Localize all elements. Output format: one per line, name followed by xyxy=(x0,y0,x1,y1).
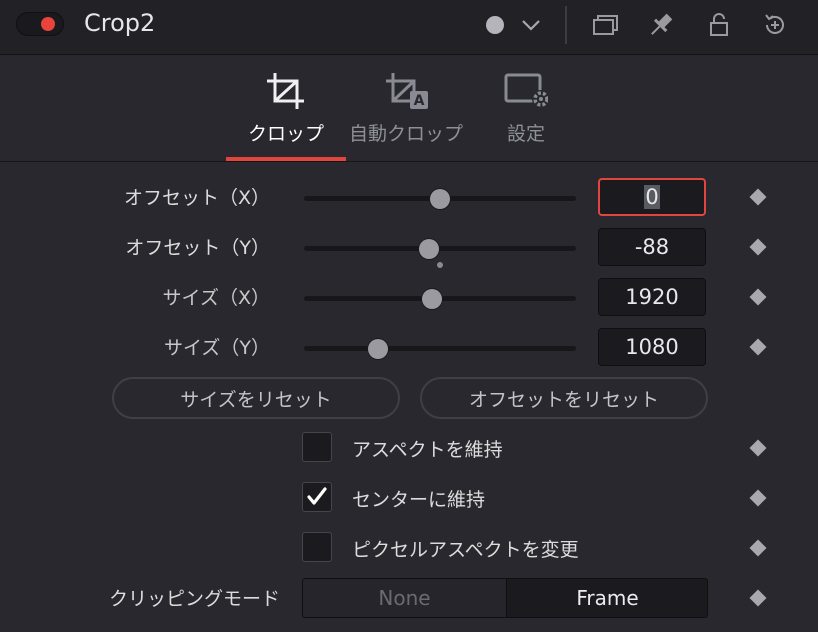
size-y-keyframe-icon[interactable] xyxy=(749,338,767,356)
offset-x-keyframe-icon[interactable] xyxy=(749,188,767,206)
tab-auto-crop[interactable]: A 自動クロップ xyxy=(346,55,466,161)
pixel-aspect-keyframe-icon[interactable] xyxy=(749,539,767,557)
size-x-keyframe-icon[interactable] xyxy=(749,288,767,306)
offset-x-label: オフセット（X） xyxy=(123,187,270,209)
size-x-label: サイズ（X） xyxy=(162,287,270,309)
reset-icon[interactable] xyxy=(760,10,790,40)
tab-auto-crop-label: 自動クロップ xyxy=(348,123,463,145)
lock-icon[interactable] xyxy=(704,10,734,40)
clipping-option-none[interactable]: None xyxy=(303,579,506,617)
offset-y-field[interactable]: -88 xyxy=(598,228,706,266)
offset-y-slider-thumb[interactable] xyxy=(419,239,439,259)
pixel-aspect-row: ピクセルアスペクトを変更 xyxy=(0,528,818,568)
offset-y-default-marker xyxy=(437,262,443,268)
active-tab-underline xyxy=(226,157,346,161)
size-x-row: サイズ（X） 1920 xyxy=(0,275,818,319)
keep-center-label: センターに維持 xyxy=(352,489,486,511)
offset-x-slider[interactable] xyxy=(304,189,576,209)
pixel-aspect-label: ピクセルアスペクトを変更 xyxy=(352,539,579,561)
duplicate-window-icon[interactable] xyxy=(590,10,620,40)
clipping-option-frame[interactable]: Frame xyxy=(507,579,707,617)
checkmark-icon xyxy=(307,487,327,505)
chevron-down-icon[interactable] xyxy=(516,10,546,40)
offset-x-row: オフセット（X） 0 xyxy=(0,175,818,219)
keep-center-checkbox[interactable] xyxy=(302,482,332,512)
crop-icon xyxy=(264,71,308,111)
size-x-slider-thumb[interactable] xyxy=(422,289,442,309)
auto-crop-icon: A xyxy=(384,71,428,111)
tab-crop[interactable]: クロップ xyxy=(226,55,346,161)
size-y-label: サイズ（Y） xyxy=(163,337,270,359)
size-x-slider[interactable] xyxy=(304,289,576,309)
offset-x-field[interactable]: 0 xyxy=(598,178,706,216)
keep-aspect-keyframe-icon[interactable] xyxy=(749,439,767,457)
settings-icon xyxy=(504,71,550,111)
keep-aspect-checkbox[interactable] xyxy=(302,432,332,462)
keep-center-keyframe-icon[interactable] xyxy=(749,489,767,507)
toggle-indicator xyxy=(41,17,55,31)
keep-aspect-row: アスペクトを維持 xyxy=(0,428,818,468)
node-title: Crop2 xyxy=(84,9,156,37)
offset-y-keyframe-icon[interactable] xyxy=(749,238,767,256)
reset-size-button[interactable]: サイズをリセット xyxy=(112,377,400,419)
keep-aspect-label: アスペクトを維持 xyxy=(352,439,503,461)
clipping-mode-selector: None Frame xyxy=(302,578,708,618)
size-y-slider-thumb[interactable] xyxy=(368,339,388,359)
offset-x-value: 0 xyxy=(644,185,660,209)
offset-y-row: オフセット（Y） -88 xyxy=(0,225,818,269)
tab-settings-label: 設定 xyxy=(506,123,545,145)
offset-y-label: オフセット（Y） xyxy=(125,237,270,259)
size-y-row: サイズ（Y） 1080 xyxy=(0,325,818,369)
reset-offset-button[interactable]: オフセットをリセット xyxy=(420,377,708,419)
keep-center-row: センターに維持 xyxy=(0,478,818,518)
inspector-header: Crop2 xyxy=(0,0,818,55)
tab-settings[interactable]: 設定 xyxy=(486,55,566,161)
pixel-aspect-checkbox[interactable] xyxy=(302,532,332,562)
svg-text:A: A xyxy=(414,93,425,109)
offset-x-slider-thumb[interactable] xyxy=(430,189,450,209)
size-x-field[interactable]: 1920 xyxy=(598,278,706,316)
header-divider xyxy=(565,6,567,44)
clipping-mode-keyframe-icon[interactable] xyxy=(749,589,767,607)
node-enable-toggle[interactable] xyxy=(16,12,64,36)
offset-y-slider[interactable] xyxy=(304,239,576,268)
size-y-field[interactable]: 1080 xyxy=(598,328,706,366)
size-y-slider[interactable] xyxy=(304,339,576,359)
color-dot-icon[interactable] xyxy=(480,10,510,40)
pin-icon[interactable] xyxy=(646,10,676,40)
tab-crop-label: クロップ xyxy=(247,123,324,145)
clipping-mode-label: クリッピングモード xyxy=(108,588,280,610)
inspector-tabs: クロップ A 自動クロップ 設定 xyxy=(0,55,818,162)
